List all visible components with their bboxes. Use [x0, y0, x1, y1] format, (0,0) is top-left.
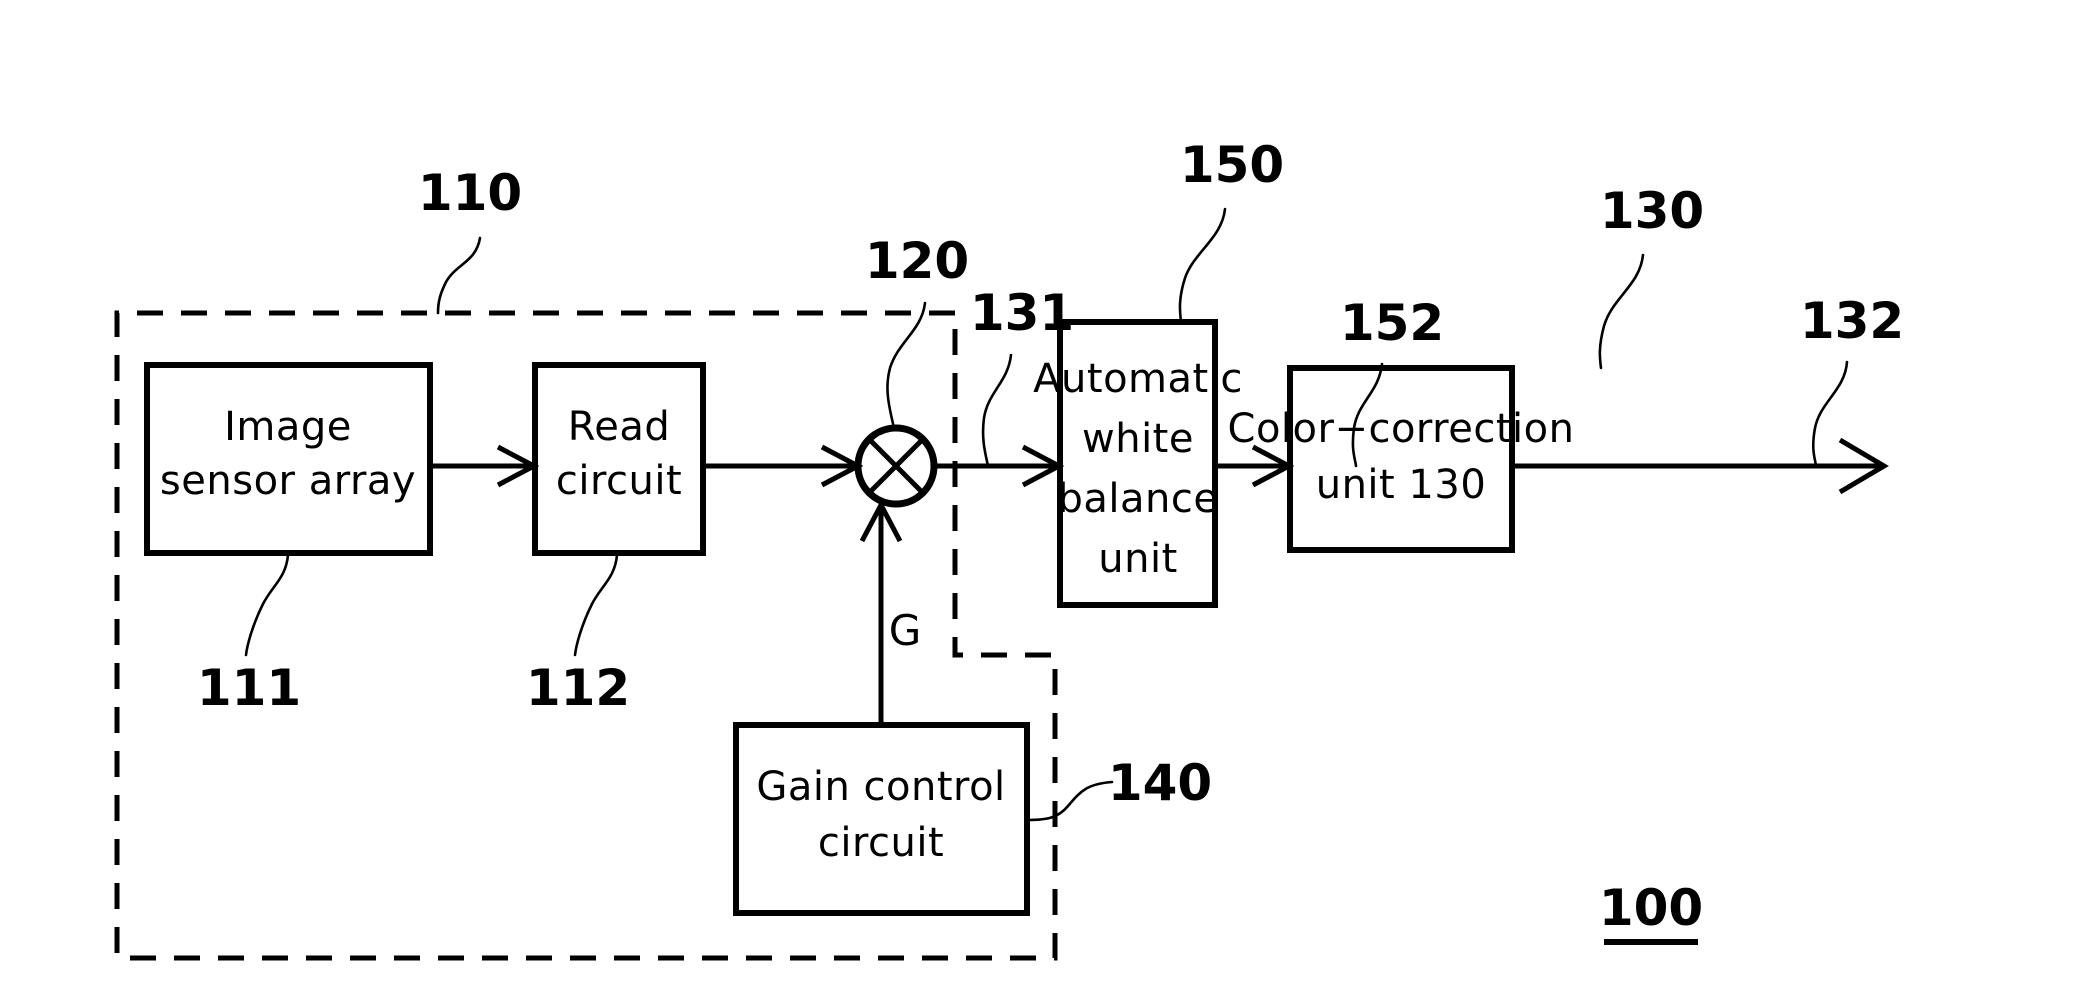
read-circuit-label-line2: circuit — [556, 458, 682, 504]
ref-132-group: 132 — [1800, 292, 1904, 468]
ref-numeral-112: 112 — [526, 659, 630, 717]
wire-sensor-to-read — [430, 444, 540, 488]
wire-awb-to-color-correction — [1215, 444, 1295, 488]
color-correction-unit-rect — [1287, 365, 1515, 553]
gain-signal-label: G — [889, 606, 922, 655]
image-sensor-array-label-line2: sensor array — [160, 458, 416, 504]
ref-150-group: 150 — [1178, 136, 1284, 324]
ref-numeral-132: 132 — [1800, 292, 1904, 350]
block-image-sensor-array[interactable]: Image sensor array — [144, 362, 433, 556]
ref-numeral-120: 120 — [865, 232, 969, 290]
leader-line-112 — [573, 553, 619, 657]
awb-label-line4: unit — [1098, 536, 1178, 582]
ref-numeral-140: 140 — [1108, 754, 1212, 812]
block-gain-control-circuit[interactable]: Gain control circuit — [733, 722, 1030, 916]
block-read-circuit[interactable]: Read circuit — [532, 362, 706, 556]
image-sensor-array-label-line1: Image — [224, 404, 352, 450]
awb-label-line1: Automatic — [1033, 356, 1243, 402]
ref-110-group: 110 — [418, 164, 522, 315]
ref-numeral-150: 150 — [1180, 136, 1284, 194]
leader-line-140 — [1025, 780, 1114, 822]
ref-111-group: 111 — [197, 553, 301, 717]
ref-112-group: 112 — [526, 553, 630, 717]
ref-numeral-110: 110 — [418, 164, 522, 222]
block-diagram: Image sensor array Read circuit Automati… — [114, 136, 1904, 961]
gain-control-circuit-label-line2: circuit — [818, 820, 944, 866]
awb-label-line3: balance — [1058, 476, 1219, 522]
figure-reference-numeral: 100 — [1599, 879, 1703, 937]
ref-numeral-152: 152 — [1340, 294, 1444, 352]
multiply-circle-icon[interactable] — [854, 424, 938, 508]
read-circuit-label-line1: Read — [568, 404, 671, 450]
leader-line-111 — [244, 553, 290, 657]
ref-numeral-131: 131 — [970, 284, 1074, 342]
ref-130-group: 130 — [1598, 182, 1704, 370]
leader-line-110 — [436, 236, 482, 315]
ref-numeral-130: 130 — [1600, 182, 1704, 240]
figure-canvas: Image sensor array Read circuit Automati… — [0, 0, 2090, 1008]
awb-label-line2: white — [1082, 416, 1194, 462]
leader-line-132 — [1811, 360, 1849, 468]
leader-line-130 — [1598, 253, 1645, 370]
ref-100-group: 100 — [1599, 879, 1703, 945]
leader-line-150 — [1178, 207, 1227, 324]
leader-line-120 — [886, 301, 927, 430]
wire-read-to-multiplier — [703, 444, 864, 488]
gain-control-circuit-rect — [733, 722, 1030, 916]
color-correction-label-line2: unit 130 — [1316, 462, 1487, 508]
leader-line-131 — [981, 353, 1013, 468]
block-automatic-white-balance-unit[interactable]: Automatic white balance unit — [1033, 319, 1243, 608]
gain-control-circuit-label-line1: Gain control — [756, 764, 1005, 810]
ref-numeral-111: 111 — [197, 659, 301, 717]
color-correction-label-line1: Color−correction — [1228, 406, 1575, 452]
